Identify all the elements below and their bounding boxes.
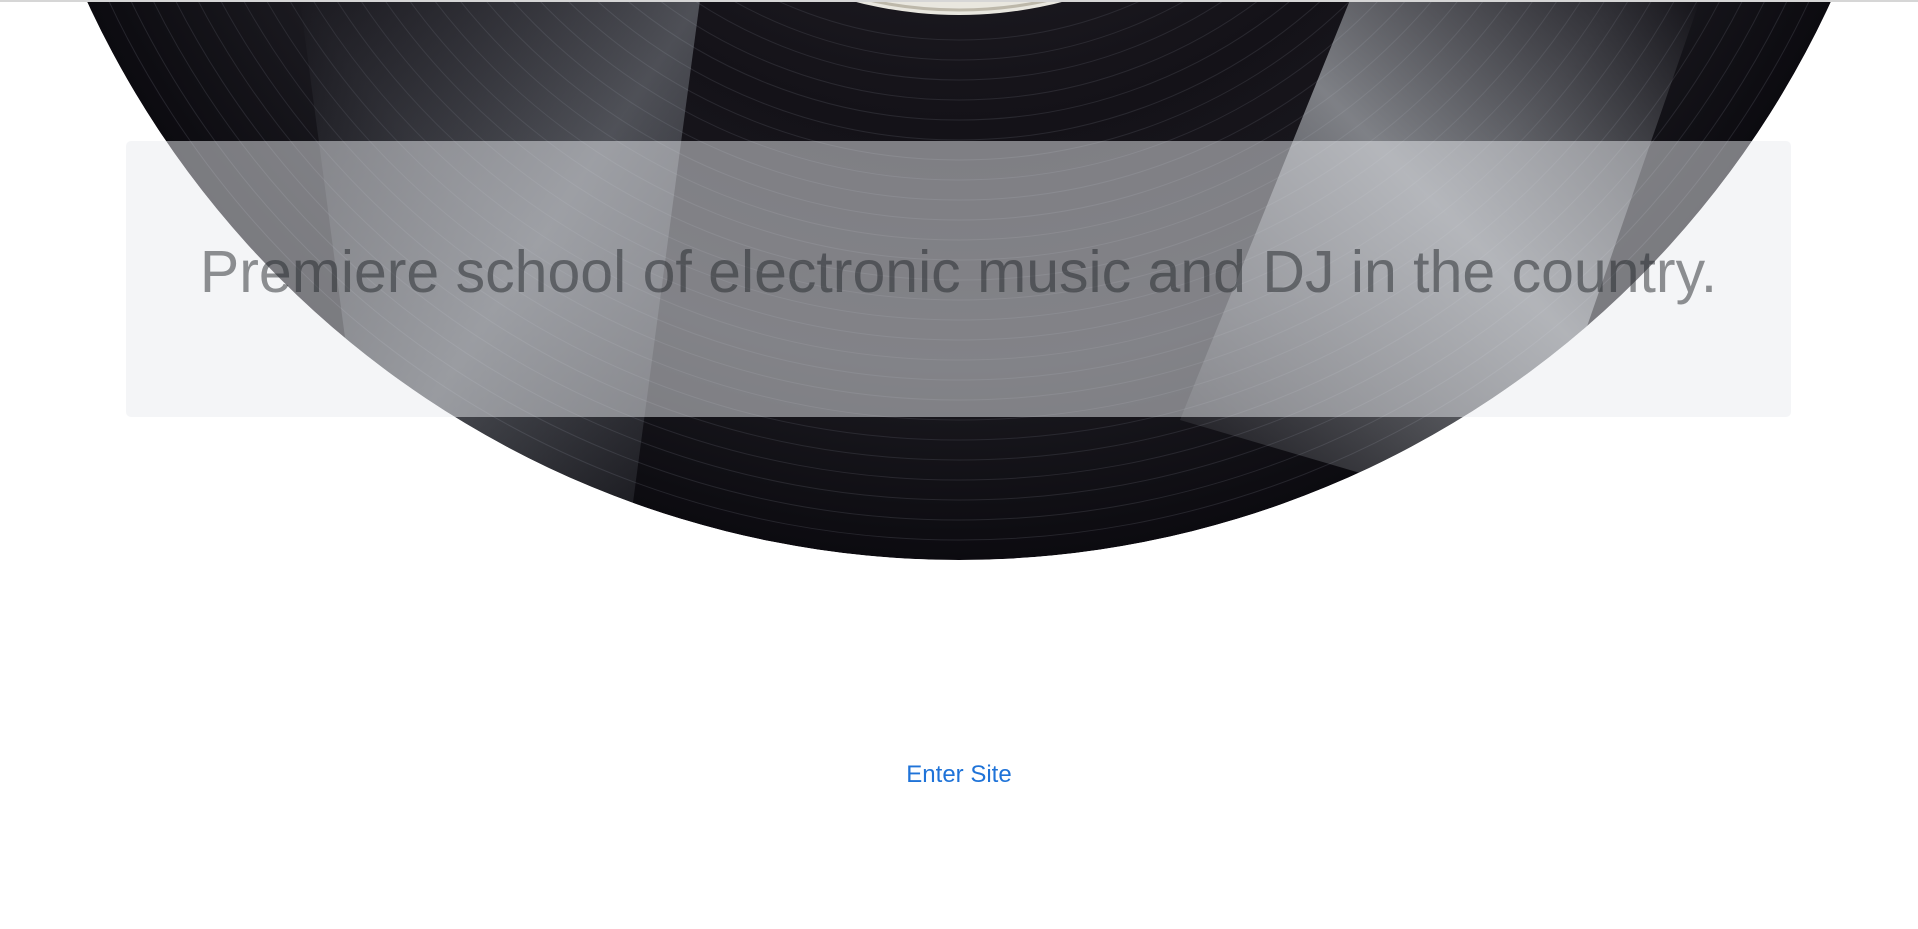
enter-site-row: Enter Site — [0, 760, 1918, 790]
hero-headline: Premiere school of electronic music and … — [199, 239, 1718, 305]
top-divider — [0, 0, 1918, 2]
splash-page: Premiere school of electronic music and … — [0, 0, 1918, 929]
enter-site-link[interactable]: Enter Site — [906, 761, 1011, 788]
